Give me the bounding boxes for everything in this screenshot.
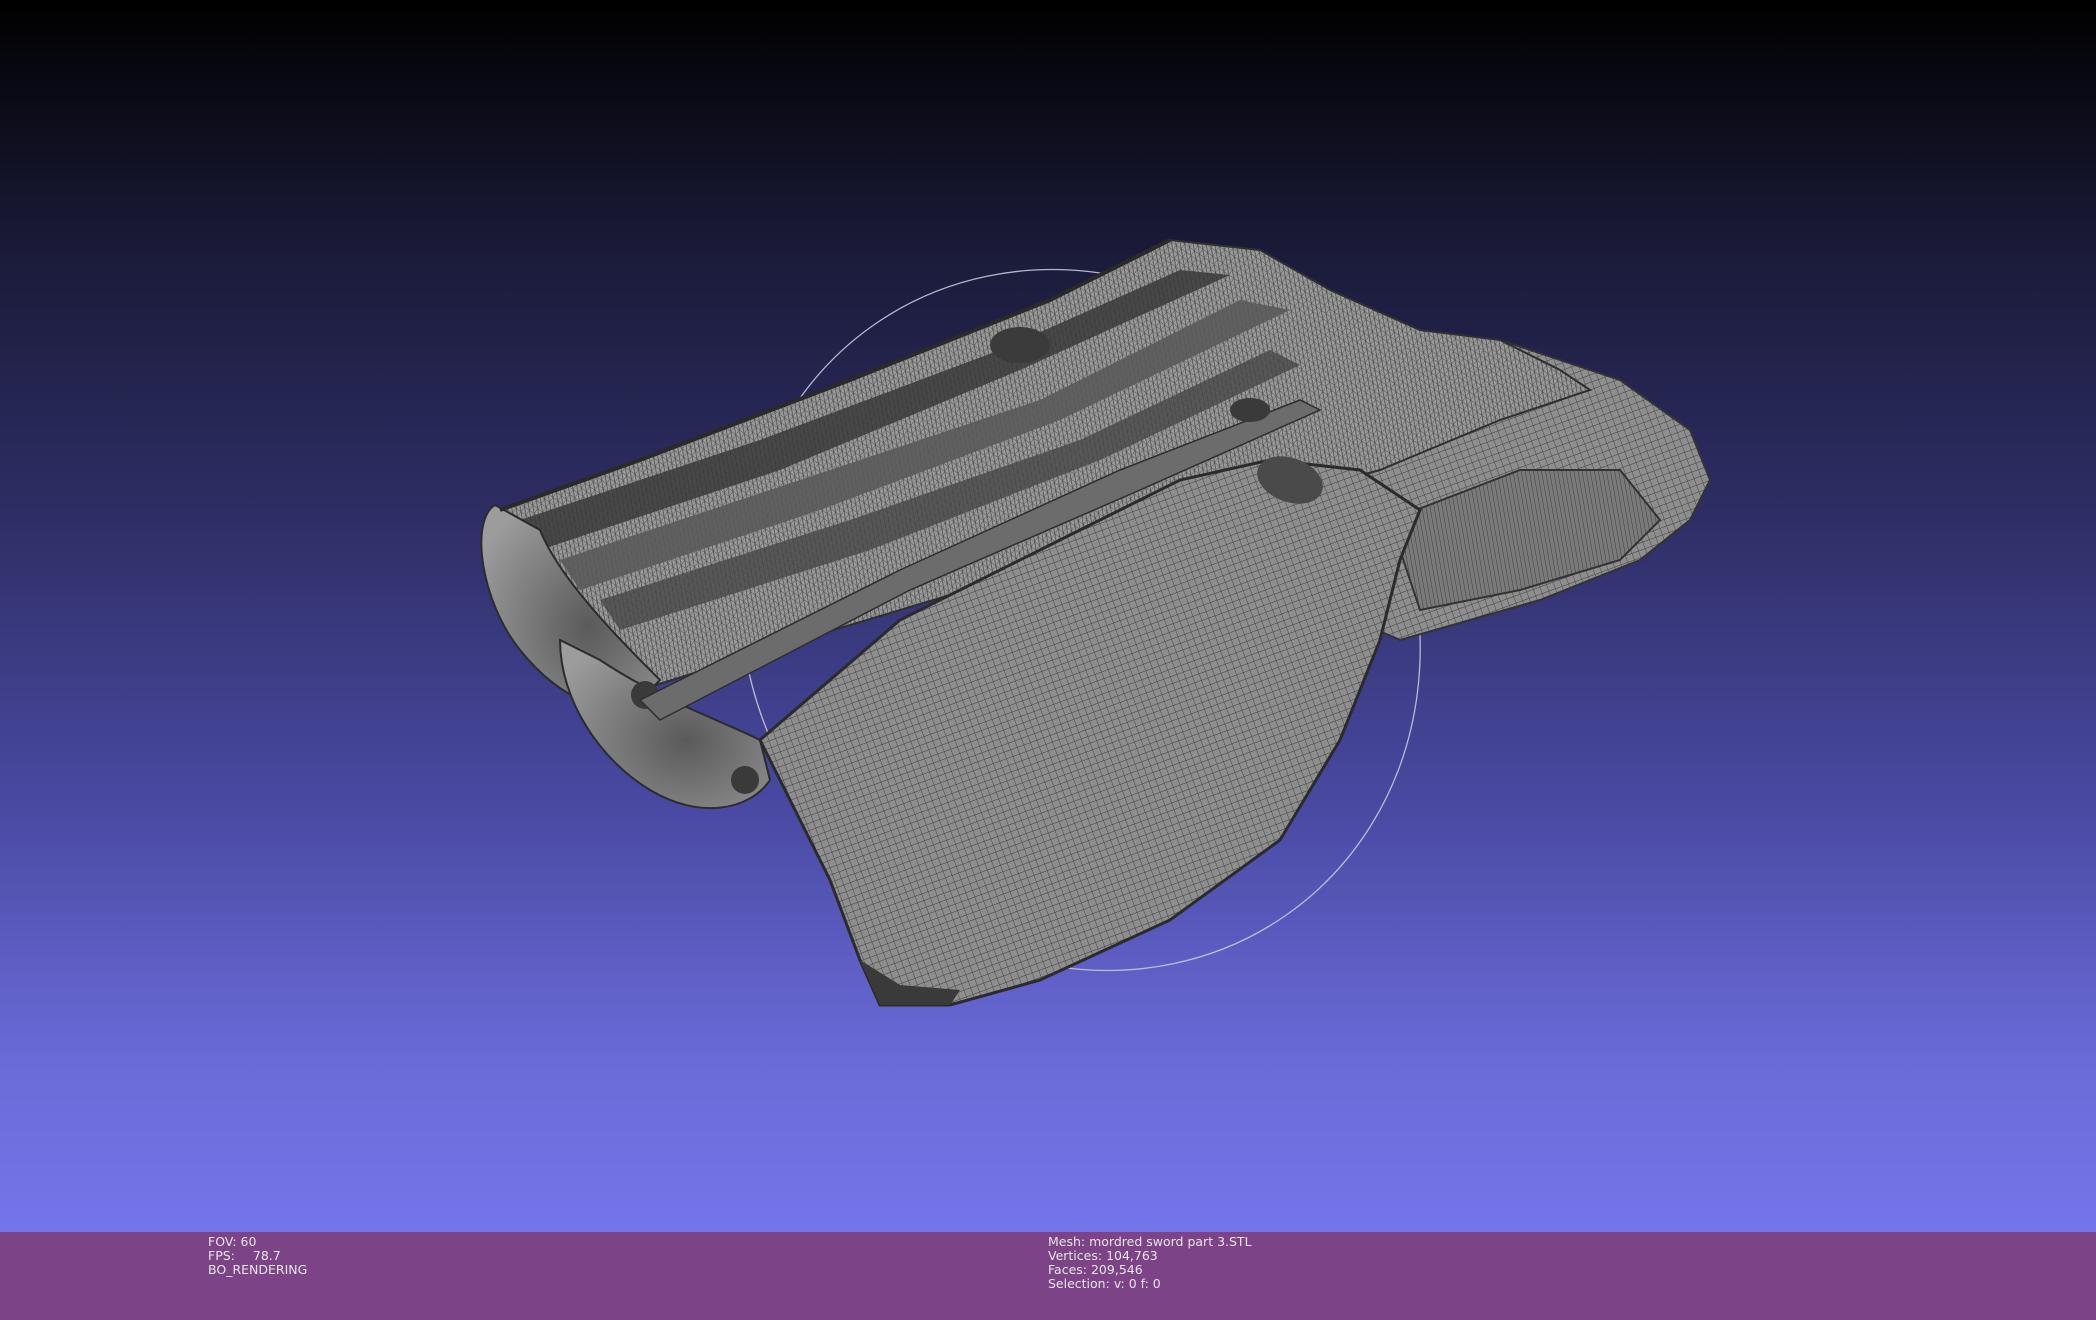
selection-label: Selection:	[1048, 1276, 1110, 1291]
vertices-label: Vertices:	[1048, 1248, 1103, 1263]
fps-value: 78.7	[252, 1248, 281, 1263]
faces-label: Faces:	[1048, 1262, 1087, 1277]
selection-value: v: 0 f: 0	[1113, 1276, 1161, 1291]
render-mode: BO_RENDERING	[208, 1262, 308, 1277]
selection-row: Selection: v: 0 f: 0	[1048, 1277, 1252, 1291]
mesh-info: Mesh: mordred sword part 3.STL Vertices:…	[1048, 1235, 1252, 1291]
mesh-label: Mesh:	[1048, 1234, 1086, 1249]
vertices-value: 104,763	[1106, 1248, 1158, 1263]
faces-value: 209,546	[1090, 1262, 1143, 1277]
fov-label: FOV:	[208, 1234, 237, 1249]
mesh-render[interactable]	[0, 0, 2096, 1232]
3d-viewport[interactable]	[0, 0, 2096, 1232]
vertices-row: Vertices: 104,763	[1048, 1249, 1252, 1263]
view-info: FOV: 60 FPS: 78.7 BO_RENDERING	[208, 1235, 307, 1277]
status-bar: FOV: 60 FPS: 78.7 BO_RENDERING Mesh: mord…	[0, 1232, 2096, 1320]
fov-value: 60	[240, 1234, 257, 1249]
mesh-name: mordred sword part 3.STL	[1089, 1234, 1252, 1249]
mesh-object[interactable]	[480, 238, 1712, 1007]
faces-row: Faces: 209,546	[1048, 1263, 1252, 1277]
mesh-row: Mesh: mordred sword part 3.STL	[1048, 1235, 1252, 1249]
fps-label: FPS:	[208, 1248, 235, 1263]
fov-row: FOV: 60	[208, 1235, 307, 1249]
fps-row: FPS: 78.7	[208, 1249, 307, 1263]
